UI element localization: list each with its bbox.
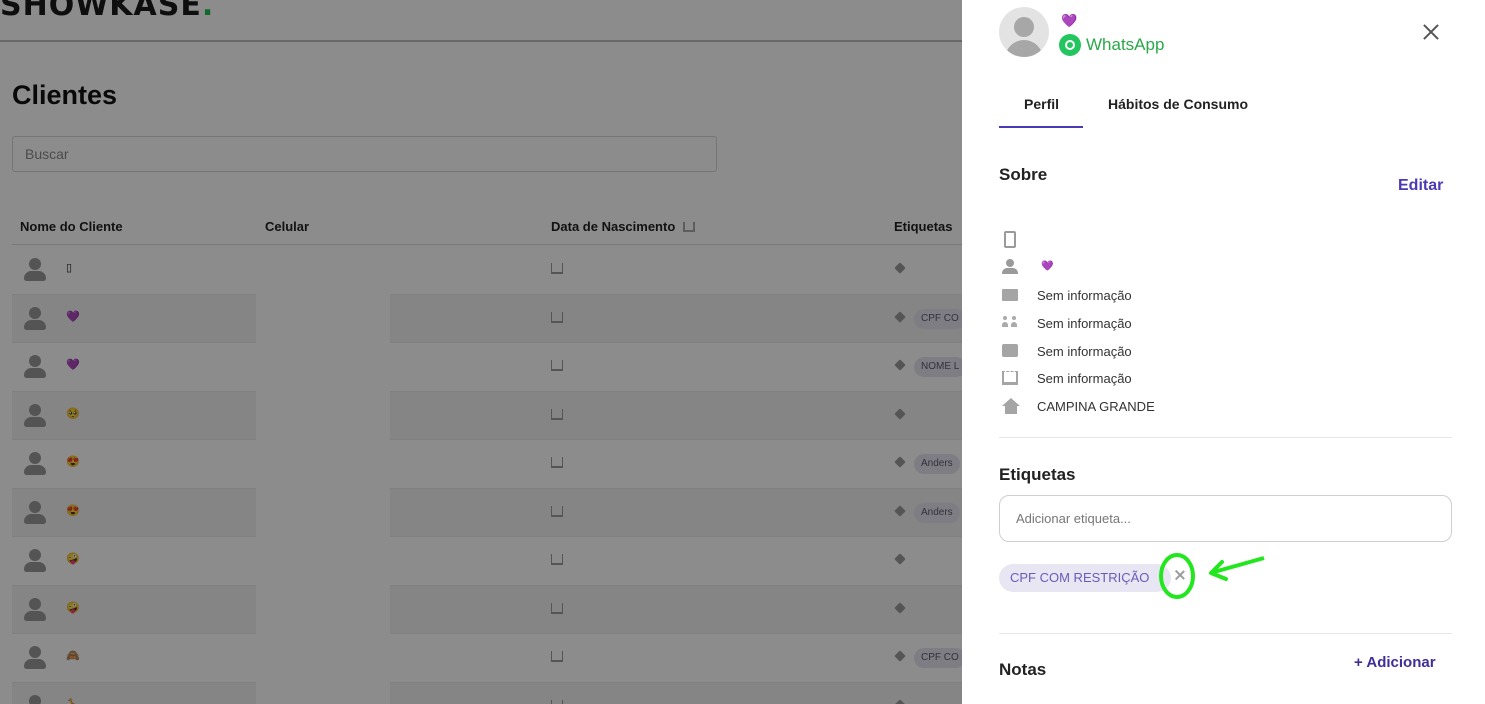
channel-label[interactable]: WhatsApp [1086,35,1164,55]
add-note-button[interactable]: + Adicionar [1354,654,1436,671]
tag-chip-label: CPF COM RESTRIÇÃO [1010,570,1150,585]
birthday-value: Sem informação [1037,371,1132,386]
tag-chip: CPF COM RESTRIÇÃO [999,564,1171,592]
mail-icon [1002,289,1018,301]
home-icon-base [1005,406,1017,414]
close-icon[interactable] [1419,20,1443,44]
document-value: Sem informação [1037,344,1132,359]
client-name: 💜 [1061,13,1078,28]
home-icon [1002,398,1020,406]
add-tag-input[interactable] [999,495,1452,542]
tab-profile[interactable]: Perfil [1024,96,1059,112]
gender-icon [1002,316,1018,330]
remove-tag-icon[interactable] [1174,569,1186,581]
client-drawer: 💜 WhatsApp Perfil Hábitos de Consumo Sob… [962,0,1485,704]
tab-consumption-habits[interactable]: Hábitos de Consumo [1108,96,1248,112]
id-card-icon [1002,344,1018,357]
city-value: CAMPINA GRANDE [1037,399,1155,414]
about-name: 💜 [1041,261,1054,272]
about-title: Sobre [999,165,1048,184]
notes-title: Notas [999,660,1047,679]
phone-icon [1004,231,1016,248]
divider [999,633,1452,634]
email-value: Sem informação [1037,288,1132,303]
modal-backdrop[interactable] [0,0,962,704]
person-icon [1002,259,1018,274]
tags-title: Etiquetas [999,465,1076,484]
whatsapp-icon [1059,34,1081,56]
cake-icon [1002,371,1018,385]
edit-button[interactable]: Editar [1398,177,1443,195]
client-avatar [999,7,1049,57]
gender-value: Sem informação [1037,316,1132,331]
active-tab-indicator [999,126,1083,128]
divider [999,437,1452,438]
